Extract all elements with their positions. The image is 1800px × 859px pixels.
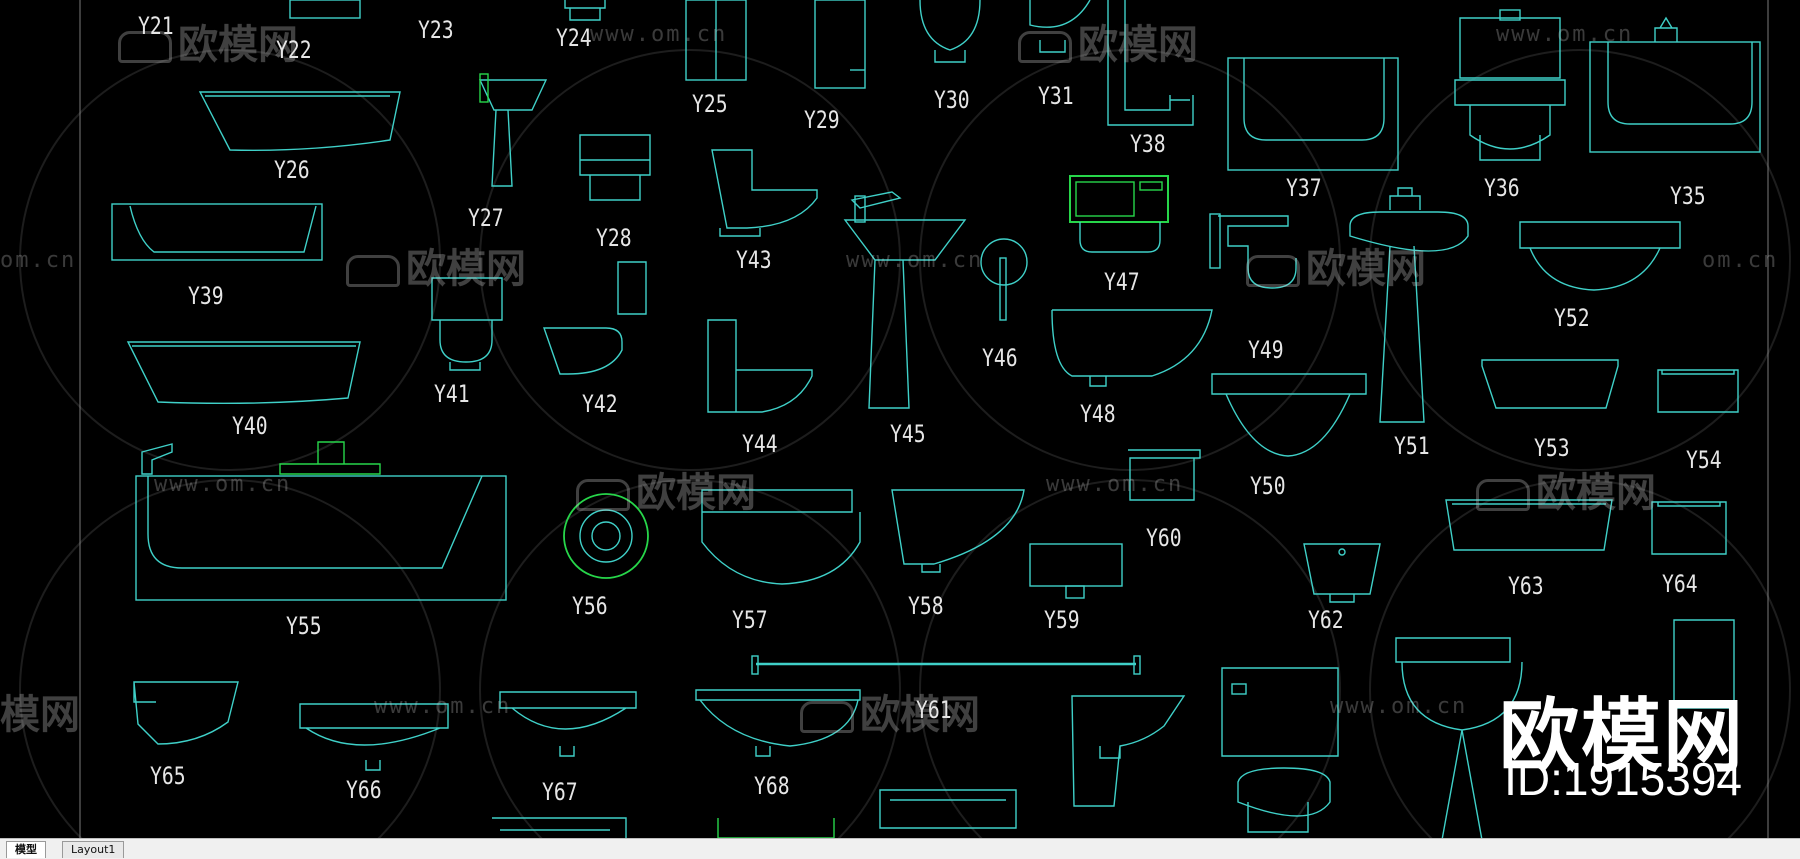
watermark-logo: 欧模网 (1476, 460, 1656, 518)
brand-id: ID:1915394 (1504, 753, 1742, 805)
fixture-label: Y48 (1080, 400, 1116, 428)
fixture-label: Y22 (276, 36, 312, 64)
tab-model[interactable]: 模型 (6, 841, 46, 858)
fixture-label: Y31 (1038, 82, 1074, 110)
layout-tab-bar: 模型 Layout1 (0, 838, 1800, 859)
fixture-label: Y44 (742, 430, 778, 458)
fixture-label: Y21 (138, 12, 174, 40)
fixture-label: Y66 (346, 776, 382, 804)
watermark-logo: 欧模网 (576, 460, 756, 518)
fixture-label: Y35 (1670, 182, 1706, 210)
fixture-label: Y54 (1686, 446, 1722, 474)
watermark-url: www.om.cn (1496, 22, 1634, 47)
fixture-label: Y45 (890, 420, 926, 448)
fixture-label: Y37 (1286, 174, 1322, 202)
fixture-label: Y38 (1130, 130, 1166, 158)
watermark-logo: 欧模网 (346, 236, 526, 294)
watermark-logo: 欧模网 (800, 682, 980, 740)
fixture-label: Y51 (1394, 432, 1430, 460)
watermark-url: om.cn (1702, 248, 1779, 273)
fixture-label: Y50 (1250, 472, 1286, 500)
fixture-label: Y24 (556, 24, 592, 52)
fixture-label: Y39 (188, 282, 224, 310)
watermark-url: www.om.cn (1330, 694, 1468, 719)
fixture-label: Y60 (1146, 524, 1182, 552)
fixture-label: Y61 (916, 696, 952, 724)
fixture-label: Y28 (596, 224, 632, 252)
watermark-logo: 欧模网 (1018, 12, 1198, 70)
fixture-label: Y62 (1308, 606, 1344, 634)
fixture-label: Y65 (150, 762, 186, 790)
fixture-label: Y68 (754, 772, 790, 800)
tab-layout1[interactable]: Layout1 (62, 841, 125, 858)
watermark-url: www.om.cn (590, 22, 728, 47)
watermark-logo: 模网 (0, 692, 80, 738)
fixture-label: Y27 (468, 204, 504, 232)
fixture-label: Y59 (1044, 606, 1080, 634)
fixture-label: Y67 (542, 778, 578, 806)
fixture-label: Y40 (232, 412, 268, 440)
fixture-label: Y55 (286, 612, 322, 640)
watermark-url: www.om.cn (154, 472, 292, 497)
fixture-label: Y42 (582, 390, 618, 418)
fixture-label: Y47 (1104, 268, 1140, 296)
cad-model-space[interactable]: www.om.cn www.om.cn om.cn www.om.cn om.c… (0, 0, 1800, 838)
fixture-label: Y56 (572, 592, 608, 620)
fixture-label: Y52 (1554, 304, 1590, 332)
fixture-label: Y58 (908, 592, 944, 620)
fixture-label: Y29 (804, 106, 840, 134)
watermark-url: www.om.cn (846, 248, 984, 273)
watermark-logo: 欧模网 (1246, 236, 1426, 294)
fixture-label: Y25 (692, 90, 728, 118)
fixture-label: Y57 (732, 606, 768, 634)
fixture-label: Y49 (1248, 336, 1284, 364)
fixture-label: Y64 (1662, 570, 1698, 598)
fixture-label: Y53 (1534, 434, 1570, 462)
fixture-label: Y36 (1484, 174, 1520, 202)
watermark-url: www.om.cn (374, 694, 512, 719)
fixture-label: Y63 (1508, 572, 1544, 600)
watermark-url: om.cn (0, 248, 77, 273)
fixture-label: Y43 (736, 246, 772, 274)
fixture-label: Y41 (434, 380, 470, 408)
fixture-label: Y30 (934, 86, 970, 114)
fixture-label: Y46 (982, 344, 1018, 372)
fixture-label: Y26 (274, 156, 310, 184)
watermark-url: www.om.cn (1046, 472, 1184, 497)
fixture-label: Y23 (418, 16, 454, 44)
